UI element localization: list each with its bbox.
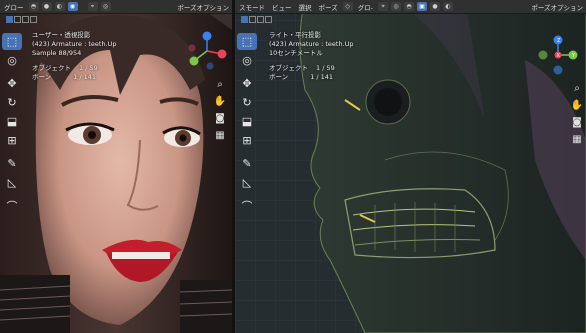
move-icon[interactable]: ✥ bbox=[2, 75, 22, 92]
header-right: スモード ビュー 選択 ポーズ ◇ グロ- ⌖ ◎ ◓ ▣ ● ◐ ポーズオプシ… bbox=[235, 0, 586, 14]
proportional-icon[interactable]: ◎ bbox=[100, 2, 111, 11]
selection-mode-left bbox=[0, 14, 37, 24]
select-box-right-icon[interactable]: ⬚ bbox=[237, 33, 257, 50]
grid-icon[interactable]: ▦ bbox=[214, 129, 226, 141]
transform-right-icon[interactable]: ⊞ bbox=[237, 132, 257, 149]
grid-scale: 10センチメートル bbox=[269, 49, 323, 57]
select-mode-extend-right-icon[interactable] bbox=[249, 16, 256, 23]
rotate-icon[interactable]: ↻ bbox=[2, 94, 22, 111]
xray-icon[interactable]: ▣ bbox=[417, 2, 428, 11]
shading-material-right-icon[interactable]: ◐ bbox=[443, 2, 454, 11]
pivot-icon[interactable]: ◇ bbox=[342, 2, 353, 11]
menu-mode-right[interactable]: スモード bbox=[237, 2, 267, 12]
camera-icon[interactable]: ◙ bbox=[214, 112, 226, 124]
objects-count: 1 / 59 bbox=[79, 64, 98, 72]
pose-options-right[interactable]: ポーズオプション bbox=[531, 2, 583, 12]
view-name-right: ライト・平行投影 bbox=[269, 31, 321, 39]
nav-icons-left: ⌕ ✋ ◙ ▦ bbox=[214, 78, 226, 141]
camera-right-icon[interactable]: ◙ bbox=[571, 116, 583, 128]
bone-roll-icon[interactable]: ⌒ bbox=[2, 197, 22, 214]
snap-right-icon[interactable]: ⌖ bbox=[378, 2, 389, 11]
select-mode-invert-icon[interactable] bbox=[30, 16, 37, 23]
gizmo-x-label: X bbox=[557, 53, 561, 59]
menu-select[interactable]: 選択 bbox=[297, 2, 314, 12]
toolbar-left: ⬚ ◎ ✥ ↻ ⬓ ⊞ ✎ ◺ ⌒ bbox=[2, 33, 22, 214]
menu-glow-right[interactable]: グロ- bbox=[356, 2, 375, 12]
gizmo-z-label: Z bbox=[557, 38, 561, 44]
gizmo-y-icon[interactable] bbox=[189, 56, 199, 66]
zoom-icon[interactable]: ⌕ bbox=[214, 78, 226, 90]
active-object: (423) Armature : teeth.Up bbox=[32, 40, 117, 48]
menu-pose[interactable]: ポーズ bbox=[317, 2, 340, 12]
shading-solid-icon[interactable]: ● bbox=[41, 2, 52, 11]
header-left: グロー ◓ ● ◐ ◉ ⌖ ◎ ポーズオプション bbox=[0, 0, 232, 14]
bones-count: 1 / 141 bbox=[73, 73, 97, 81]
overlay-toggle-icon[interactable]: ◓ bbox=[28, 2, 39, 11]
annotate-icon[interactable]: ✎ bbox=[2, 155, 22, 172]
axis-gizmo-left[interactable] bbox=[186, 30, 228, 72]
gizmo-z-icon[interactable] bbox=[202, 31, 212, 41]
selection-mode-right bbox=[235, 14, 272, 24]
zoom-right-icon[interactable]: ⌕ bbox=[571, 82, 583, 94]
viewport-left[interactable]: グロー ◓ ● ◐ ◉ ⌖ ◎ ポーズオプション ⬚ ◎ ✥ ↻ ⬓ ⊞ ✎ ◺… bbox=[0, 0, 232, 333]
viewport-info-right: ライト・平行投影 (423) Armature : teeth.Up 10センチ… bbox=[269, 31, 354, 82]
rotate-right-icon[interactable]: ↻ bbox=[237, 94, 257, 111]
hand-icon[interactable]: ✋ bbox=[214, 95, 226, 107]
toolbar-right: ⬚ ◎ ✥ ↻ ⬓ ⊞ ✎ ◺ ⌒ bbox=[237, 33, 257, 214]
cursor-right-icon[interactable]: ◎ bbox=[237, 52, 257, 69]
view-name: ユーザー・透視投影 bbox=[32, 31, 91, 39]
select-mode-new-right-icon[interactable] bbox=[241, 16, 248, 23]
viewport-right[interactable]: スモード ビュー 選択 ポーズ ◇ グロ- ⌖ ◎ ◓ ▣ ● ◐ ポーズオプシ… bbox=[235, 0, 586, 333]
objects-count-right: 1 / 59 bbox=[316, 64, 335, 72]
grid-right-icon[interactable]: ▦ bbox=[571, 133, 583, 145]
axis-gizmo-right[interactable]: Z Y X bbox=[537, 34, 579, 76]
objects-label: オブジェクト bbox=[32, 64, 71, 72]
select-box-icon[interactable]: ⬚ bbox=[2, 33, 22, 50]
proportional-right-icon[interactable]: ◎ bbox=[391, 2, 402, 11]
select-mode-subtract-icon[interactable] bbox=[22, 16, 29, 23]
select-mode-invert-right-icon[interactable] bbox=[265, 16, 272, 23]
cursor-icon[interactable]: ◎ bbox=[2, 52, 22, 69]
measure-icon[interactable]: ◺ bbox=[2, 174, 22, 191]
transform-icon[interactable]: ⊞ bbox=[2, 132, 22, 149]
bones-label-right: ボーン bbox=[269, 73, 289, 81]
hand-right-icon[interactable]: ✋ bbox=[571, 99, 583, 111]
active-object-right: (423) Armature : teeth.Up bbox=[269, 40, 354, 48]
annotate-right-icon[interactable]: ✎ bbox=[237, 155, 257, 172]
select-mode-extend-icon[interactable] bbox=[14, 16, 21, 23]
move-right-icon[interactable]: ✥ bbox=[237, 75, 257, 92]
viewport-info-left: ユーザー・透視投影 (423) Armature : teeth.Up Samp… bbox=[32, 31, 117, 82]
overlay-right-icon[interactable]: ◓ bbox=[404, 2, 415, 11]
scale-right-icon[interactable]: ⬓ bbox=[237, 113, 257, 130]
shading-solid-right-icon[interactable]: ● bbox=[430, 2, 441, 11]
select-mode-new-icon[interactable] bbox=[6, 16, 13, 23]
menu-view[interactable]: ビュー bbox=[270, 2, 294, 12]
nav-icons-right: ⌕ ✋ ◙ ▦ bbox=[571, 82, 583, 145]
bones-count-right: 1 / 141 bbox=[310, 73, 334, 81]
gizmo-x-icon[interactable] bbox=[217, 49, 227, 59]
measure-right-icon[interactable]: ◺ bbox=[237, 174, 257, 191]
scale-icon[interactable]: ⬓ bbox=[2, 113, 22, 130]
bone-roll-right-icon[interactable]: ⌒ bbox=[237, 197, 257, 214]
bones-label: ボーン bbox=[32, 73, 52, 81]
objects-label-right: オブジェクト bbox=[269, 64, 308, 72]
shading-rendered-icon[interactable]: ◉ bbox=[67, 2, 78, 11]
render-sample: Sample 88/954 bbox=[32, 49, 82, 57]
pose-options-left[interactable]: ポーズオプション bbox=[177, 2, 229, 12]
snap-icon[interactable]: ⌖ bbox=[87, 2, 98, 11]
menu-glow-left[interactable]: グロー bbox=[2, 2, 26, 12]
select-mode-subtract-right-icon[interactable] bbox=[257, 16, 264, 23]
shading-material-icon[interactable]: ◐ bbox=[54, 2, 65, 11]
